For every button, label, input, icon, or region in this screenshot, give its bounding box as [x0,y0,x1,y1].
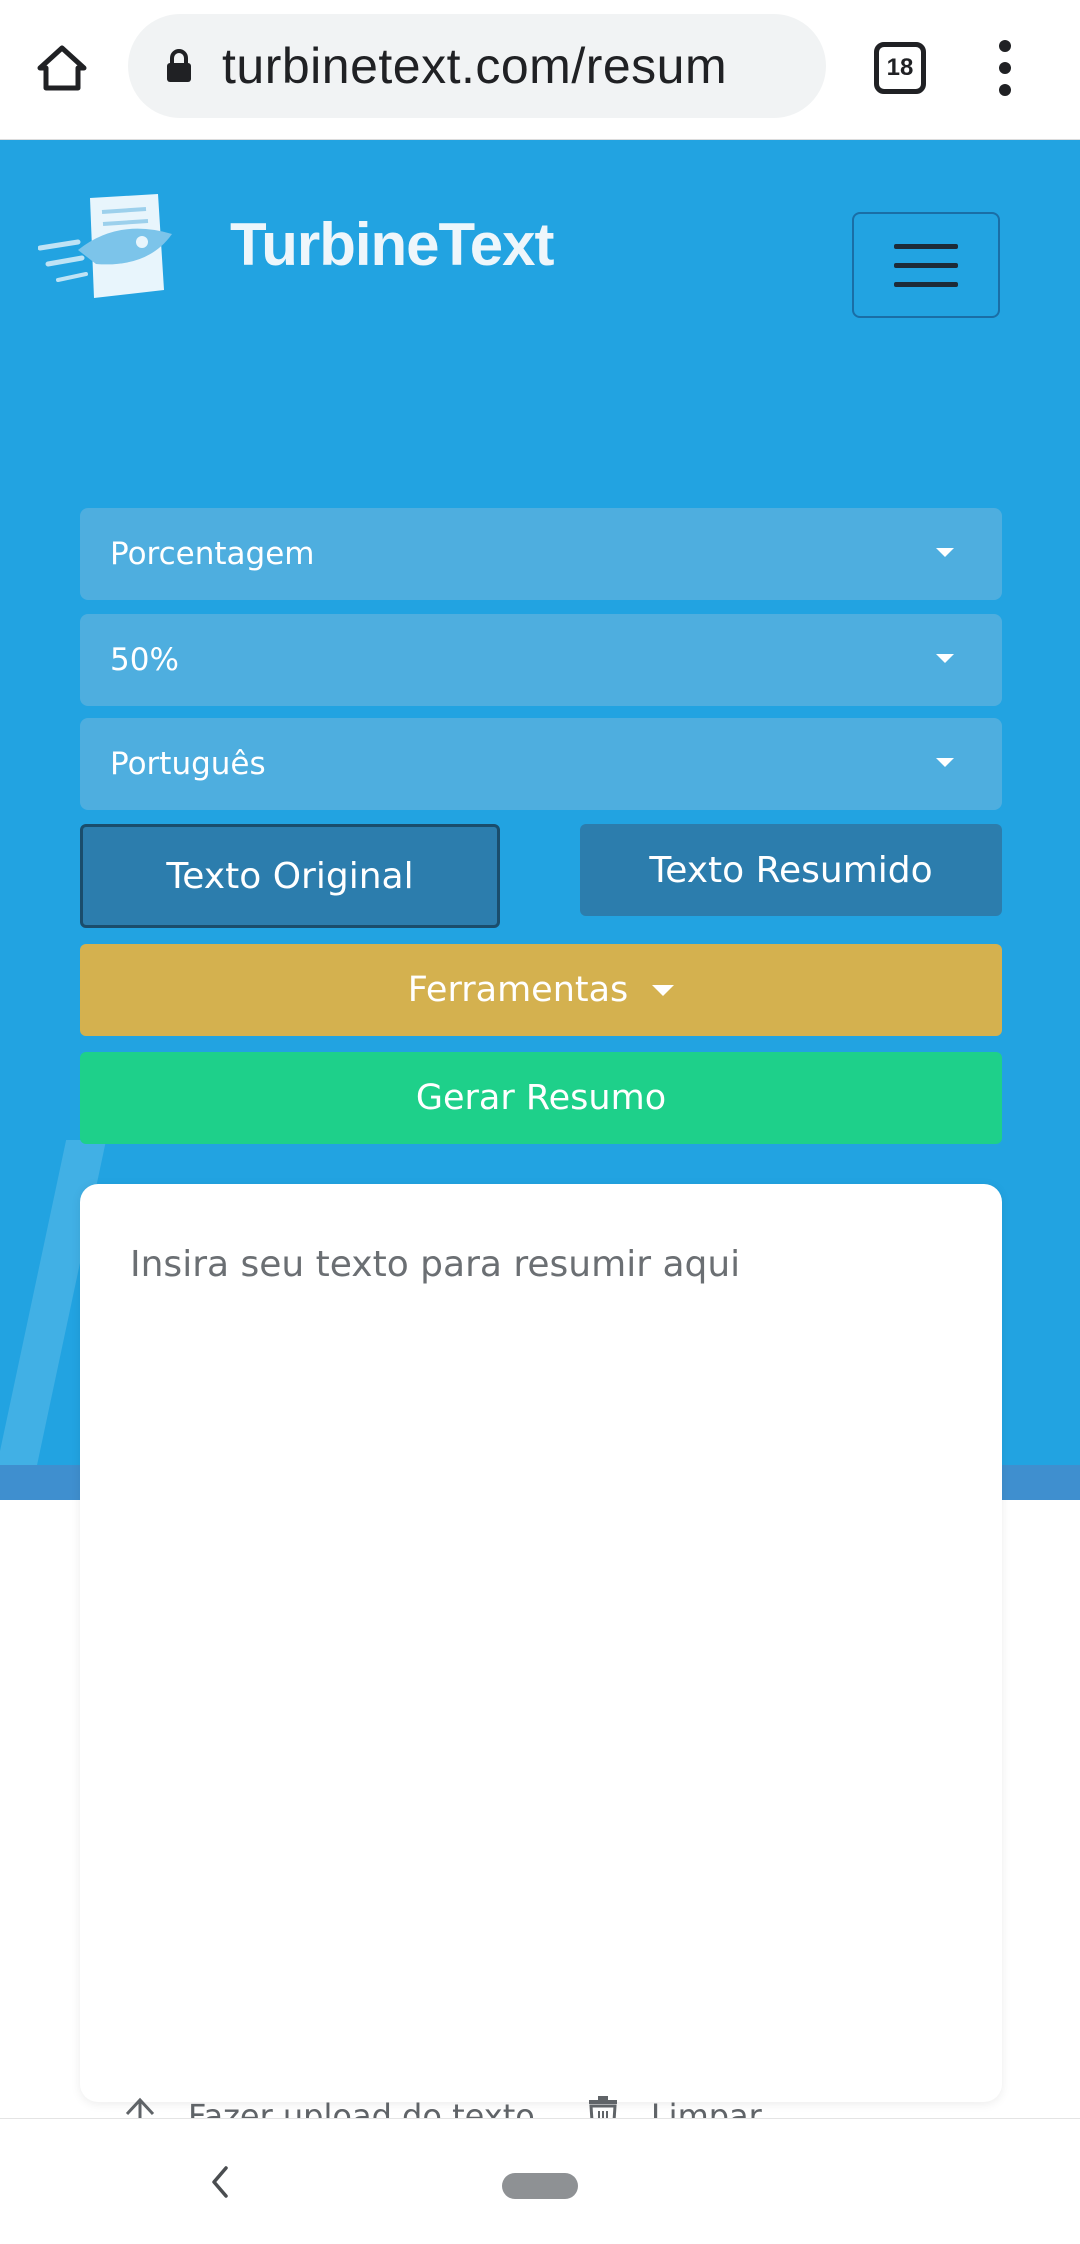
generate-summary-button[interactable]: Gerar Resumo [80,1052,1002,1144]
tools-dropdown-button[interactable]: Ferramentas [80,944,1002,1036]
mode-select-value: Porcentagem [110,536,315,572]
chevron-down-icon [936,758,954,767]
text-input[interactable] [130,1244,950,1944]
percent-select[interactable]: 50% [80,614,1002,706]
url-text: turbinetext.com/resum [222,38,728,94]
more-vert-icon[interactable] [990,40,1020,96]
hamburger-menu-icon[interactable] [852,212,1000,318]
text-input-card [80,1184,1002,2102]
mode-select[interactable]: Porcentagem [80,508,1002,600]
lock-icon [162,46,196,86]
system-nav-bar [0,2118,1080,2244]
tab-summary-text[interactable]: Texto Resumido [580,824,1002,916]
chevron-down-icon [936,548,954,557]
home-icon[interactable] [30,36,94,100]
generate-summary-label: Gerar Resumo [415,1078,667,1118]
tab-original-text[interactable]: Texto Original [80,824,500,928]
brand-name[interactable]: TurbineText [230,210,554,279]
percent-select-value: 50% [110,642,179,678]
language-select-value: Português [110,746,266,782]
language-select[interactable]: Português [80,718,1002,810]
address-bar[interactable]: turbinetext.com/resum [128,14,826,118]
document-rocket-logo[interactable] [37,190,188,305]
tab-count: 18 [886,54,914,81]
back-icon[interactable] [200,2157,240,2207]
browser-toolbar: turbinetext.com/resum 18 [0,0,1080,140]
tab-summary-label: Texto Resumido [649,849,933,891]
caret-down-icon [652,984,675,996]
tools-label: Ferramentas [407,970,629,1010]
tab-original-label: Texto Original [166,855,414,897]
tab-switcher-button[interactable]: 18 [874,42,926,94]
home-pill-icon[interactable] [502,2173,578,2199]
chevron-down-icon [936,654,954,663]
